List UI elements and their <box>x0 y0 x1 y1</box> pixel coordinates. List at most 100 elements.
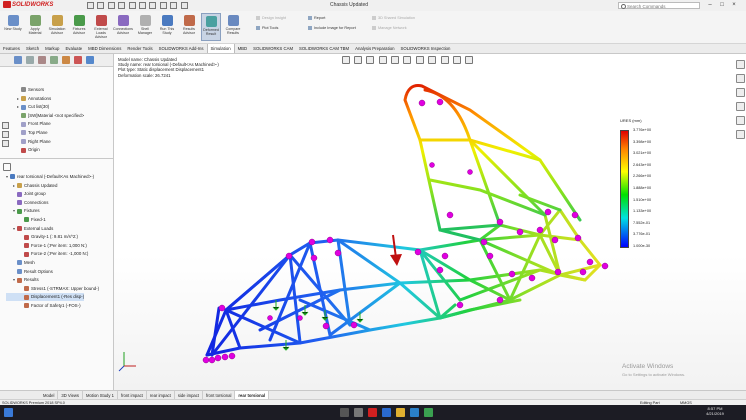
chassis-mesh-plot[interactable] <box>114 54 746 390</box>
mail-taskbar-icon[interactable] <box>410 408 419 417</box>
deformed-result-button[interactable]: Deformed Result <box>201 13 221 41</box>
close-button[interactable]: × <box>728 1 740 10</box>
tab-solidworks-inspection[interactable]: SOLIDWORKS Inspection <box>398 44 454 53</box>
dimxpert-tab-icon[interactable] <box>50 56 58 64</box>
results-advisor-button[interactable]: Results Advisor <box>179 13 199 41</box>
tree-item[interactable]: ▾ External Loads <box>6 225 53 233</box>
display-manager-tab-icon[interactable] <box>62 56 70 64</box>
tree-item[interactable]: Fixed-1 <box>6 216 46 224</box>
tree-item[interactable]: Origin <box>10 146 40 154</box>
configuration-manager-tab-icon[interactable] <box>38 56 46 64</box>
solidworks-logo[interactable]: SOLIDWORKS <box>3 1 53 10</box>
open-icon[interactable] <box>107 2 115 9</box>
tree-item[interactable]: Right Plane <box>10 138 51 146</box>
resources-icon[interactable] <box>736 60 745 69</box>
tree-item[interactable]: Stress1 (-STRMAX: Upper bound-) <box>6 285 99 293</box>
tab-analysis-preparation[interactable]: Analysis Preparation <box>352 44 397 53</box>
tab-solidworks-cam-tbm[interactable]: SOLIDWORKS CAM TBM <box>296 44 352 53</box>
property-manager-tab-icon[interactable] <box>26 56 34 64</box>
run-study-button[interactable]: Run This Study <box>157 13 177 41</box>
appearances-icon[interactable] <box>736 116 745 125</box>
select-icon[interactable] <box>149 2 157 9</box>
tree-item[interactable]: ▾ rear torsional (-Default<As Machined>-) <box>6 173 94 181</box>
plot-tools-button[interactable]: Plot Tools <box>256 26 278 31</box>
advisor-button[interactable]: Simulation Advisor <box>47 13 67 41</box>
tab-mbd-dimensions[interactable]: MBD Dimensions <box>85 44 124 53</box>
tree-item[interactable]: Gravity-1 (: 9.81 m/s^2:) <box>6 233 78 241</box>
external-loads-icon <box>95 15 107 26</box>
legend-label: 1.133e+00 <box>633 209 652 214</box>
fixtures-button[interactable]: Fixtures Advisor <box>69 13 89 41</box>
undo-icon[interactable] <box>138 2 146 9</box>
new-document-icon[interactable] <box>97 2 105 9</box>
tab-sketch[interactable]: Sketch <box>23 44 42 53</box>
manage-network-button[interactable]: Manage Network <box>372 26 407 31</box>
tree-item[interactable]: ▾ Fixtures <box>6 207 40 215</box>
tab-solidworks-cam[interactable]: SOLIDWORKS CAM <box>250 44 296 53</box>
tree-item[interactable]: ▸ Annotations <box>10 95 51 103</box>
shared-simulation-button[interactable]: 3D Shared Simulation <box>372 16 415 21</box>
legend-color-bar[interactable] <box>620 130 629 248</box>
tree-item[interactable]: ▸ Cut list(30) <box>10 103 49 111</box>
feature-manager-tab-icon[interactable] <box>14 56 22 64</box>
tree-item[interactable]: ▸ Chassis Updated <box>6 182 57 190</box>
file-properties-icon[interactable] <box>170 2 178 9</box>
chrome-taskbar-icon[interactable] <box>424 408 433 417</box>
apply-material-button[interactable]: Apply Material <box>25 13 45 41</box>
tree-item[interactable]: Connections <box>6 199 48 207</box>
simulation-filter-icon[interactable] <box>3 163 11 171</box>
custom-properties-icon[interactable] <box>736 130 745 139</box>
zoom-icon[interactable] <box>2 131 9 138</box>
tree-item[interactable]: Force-1 (:Per item: 1,000 N:) <box>6 242 87 250</box>
tab-evaluate[interactable]: Evaluate <box>62 44 85 53</box>
tab-mbd[interactable]: MBD <box>235 44 251 53</box>
tree-item[interactable]: Result Options <box>6 268 53 276</box>
tree-item[interactable]: Factor of Safety1 (-FOS-) <box>6 302 81 310</box>
maximize-button[interactable]: □ <box>716 1 728 10</box>
tree-item[interactable]: Top Plane <box>10 129 48 137</box>
tab-solidworks-add-ins[interactable]: SOLIDWORKS Add-Ins <box>156 44 207 53</box>
tab-markup[interactable]: Markup <box>42 44 62 53</box>
file-explorer-icon[interactable] <box>736 88 745 97</box>
external-loads-button[interactable]: External Loads Advisor <box>91 13 111 41</box>
save-icon[interactable] <box>118 2 126 9</box>
compare-results-button[interactable]: Compare Results <box>223 13 243 41</box>
home-icon[interactable] <box>87 2 94 9</box>
tree-item[interactable]: Front Plane <box>10 120 51 128</box>
design-insight-button[interactable]: Design Insight <box>256 16 286 21</box>
tree-item[interactable]: Sensors <box>10 86 44 94</box>
tree-item[interactable]: [SW]Material <not specified> <box>10 112 84 120</box>
pan-icon[interactable] <box>2 140 9 147</box>
minimize-button[interactable]: – <box>704 1 716 10</box>
cam-tab-icon[interactable] <box>74 56 82 64</box>
tree-item[interactable]: Displacement1 (-Res disp-) <box>6 293 85 302</box>
taskbar-clock[interactable]: 8:57 PM 4/21/2019 <box>700 406 730 416</box>
shell-manager-button[interactable]: Shell Manager <box>135 13 155 41</box>
start-icon[interactable] <box>4 408 13 417</box>
tab-render-tools[interactable]: Render Tools <box>124 44 155 53</box>
filter-icon[interactable] <box>2 122 9 129</box>
tab-features[interactable]: Features <box>0 44 23 53</box>
print-icon[interactable] <box>128 2 136 9</box>
new-study-button[interactable]: New Study <box>3 13 23 41</box>
panel-divider[interactable] <box>0 158 113 159</box>
solidworks-taskbar-icon[interactable] <box>368 408 377 417</box>
connections-button[interactable]: Connections Advisor <box>113 13 133 41</box>
options-gear-icon[interactable] <box>180 2 188 9</box>
design-library-icon[interactable] <box>736 74 745 83</box>
tab-simulation[interactable]: Simulation <box>206 44 235 53</box>
search-taskbar-icon[interactable] <box>340 408 349 417</box>
edge-taskbar-icon[interactable] <box>382 408 391 417</box>
rebuild-icon[interactable] <box>159 2 167 9</box>
search-commands-input[interactable]: Search Commands <box>618 2 700 9</box>
tree-item[interactable]: ▾ Results <box>6 276 39 284</box>
tree-item[interactable]: Mesh <box>6 259 35 267</box>
include-image-report-button[interactable]: Include Image for Report <box>308 26 356 31</box>
simulation-tab-icon[interactable] <box>86 56 94 64</box>
view-palette-icon[interactable] <box>736 102 745 111</box>
task-view-icon[interactable] <box>354 408 363 417</box>
tree-item[interactable]: Force-2 (:Per item: -1,000 N:) <box>6 250 88 258</box>
file-explorer-taskbar-icon[interactable] <box>396 408 405 417</box>
report-button[interactable]: Report <box>308 16 325 21</box>
tree-item[interactable]: Joint group <box>6 190 46 198</box>
